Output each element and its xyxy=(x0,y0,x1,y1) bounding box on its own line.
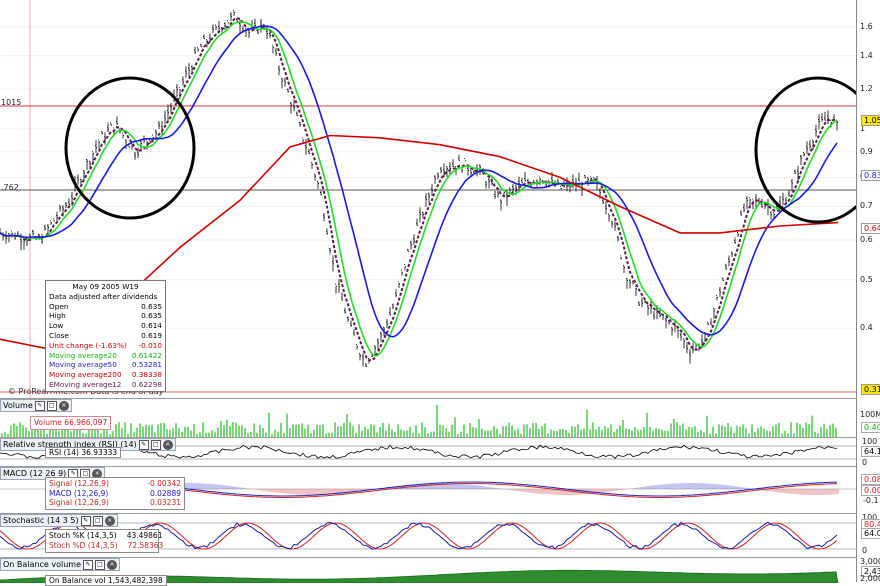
maximize-icon[interactable]: □ xyxy=(92,515,103,526)
price-ytick: 0.6 xyxy=(860,234,873,244)
volume-tag: 0.400 xyxy=(861,422,880,433)
rsi-legend: RSI (14) 36.93333 xyxy=(45,447,122,458)
rsi-ytick-0: 0 xyxy=(862,458,868,467)
ma200-price-tag: 0.649 xyxy=(861,223,880,234)
stochastic-panel-header: Stochastic (14 3 5) ✎ □ × xyxy=(0,514,118,527)
volume-legend: Volume 66,966,097 xyxy=(30,416,112,430)
tooltip-row-value: 0.619 xyxy=(141,330,162,340)
macd-ytick: -0.1 xyxy=(863,496,879,505)
wrench-icon[interactable]: ✎ xyxy=(83,559,93,570)
tooltip-date: May 09 2005 W19 xyxy=(72,282,139,291)
data-tooltip: May 09 2005 W19 Data adjusted after divi… xyxy=(45,280,166,392)
wrench-icon[interactable]: ✎ xyxy=(80,515,91,526)
obv-panel: On Balance volume ✎ □ × On Balance vol 1… xyxy=(0,557,856,586)
maximize-icon[interactable]: □ xyxy=(150,439,161,450)
tooltip-row-value: 0.614 xyxy=(141,321,162,331)
tooltip-row: Moving average50 0.53281 xyxy=(49,360,162,370)
last-price-tag: 1.057 xyxy=(861,115,880,126)
tooltip-row: Moving average20 0.61422 xyxy=(49,351,162,361)
close-icon[interactable]: × xyxy=(107,559,117,570)
stochastic-panel: Stochastic (14 3 5) ✎ □ × Stoch %K (14,3… xyxy=(0,513,856,558)
volume-panel: Volume ✎ □ × Volume 66,966,097 xyxy=(0,398,856,438)
tooltip-row-value: -0.010 xyxy=(138,340,162,350)
volume-panel-title: Volume xyxy=(3,401,33,410)
obv-panel-header: On Balance volume ✎ □ × xyxy=(0,558,120,571)
wrench-icon[interactable]: ✎ xyxy=(34,400,45,411)
stochastic-panel-title: Stochastic (14 3 5) xyxy=(3,516,79,525)
volume-ytick-100m: 100M xyxy=(860,410,880,419)
stoch-ytick-0: 0 xyxy=(862,546,868,555)
tooltip-subtitle: Data adjusted after dividends xyxy=(49,291,158,301)
macd-tag-2: 0.00 xyxy=(861,485,880,496)
tooltip-row: Unit change (-1.63%) -0.010 xyxy=(49,341,162,351)
ma50-price-tag: 0.83 xyxy=(861,170,880,181)
obv-legend: On Balance vol 1,543,482,398 xyxy=(45,575,167,586)
support-level-label: .762 xyxy=(1,183,19,192)
tooltip-row-value: 0.635 xyxy=(141,311,162,321)
price-ytick: 1.2 xyxy=(860,84,873,94)
tooltip-row-value: 0.62298 xyxy=(131,379,162,389)
macd-legend: Signal (12,26,9) -0.00342 MACD (12,26,9) 0… xyxy=(45,477,185,510)
tooltip-row: High 0.635 xyxy=(49,311,162,321)
tooltip-row: Low 0.614 xyxy=(49,321,162,331)
price-ytick: 1.6 xyxy=(860,21,873,31)
obv-ytick-3000: 3,000 xyxy=(860,557,880,566)
tooltip-row: Open 0.635 xyxy=(49,302,162,312)
price-ytick: 0.5 xyxy=(860,274,873,284)
close-icon[interactable]: × xyxy=(58,400,69,411)
tooltip-row-label: Open xyxy=(49,301,69,311)
resistance-level-label: 1015 xyxy=(1,98,22,107)
tooltip-row-label: Moving average50 xyxy=(49,360,117,370)
rsi-tag: 64.17 xyxy=(861,446,880,457)
low-price-tag: 0.31 xyxy=(861,384,880,395)
tooltip-row-label: Low xyxy=(49,321,64,331)
macd-tag-1: 0.081 xyxy=(861,474,880,485)
tooltip-row-label: Moving average20 xyxy=(49,350,117,360)
obv-panel-title: On Balance volume xyxy=(3,560,81,569)
tooltip-row-value: 0.61422 xyxy=(131,350,162,360)
rsi-ytick-100: 100 xyxy=(862,437,878,446)
maximize-icon[interactable]: □ xyxy=(95,559,105,570)
rsi-panel: Relative strength index (RSI) (14) ✎ □ ×… xyxy=(0,437,856,467)
annotation-circle-right xyxy=(754,76,856,224)
tooltip-row: Close 0.619 xyxy=(49,331,162,341)
price-ytick: 0.7 xyxy=(860,201,873,211)
tooltip-row-value: 0.53281 xyxy=(131,360,162,370)
tooltip-row: EMoving average12 0.62298 xyxy=(49,380,162,390)
price-ytick: 1.4 xyxy=(860,50,873,60)
tooltip-row-label: High xyxy=(49,311,66,321)
price-y-axis: 1.61.41.210.90.80.70.60.50.4 xyxy=(856,0,880,398)
volume-bars xyxy=(1,404,837,437)
close-icon[interactable]: × xyxy=(162,439,173,450)
tooltip-row-label: Unit change (-1.63%) xyxy=(49,340,127,350)
tooltip-row: Moving average200 0.38338 xyxy=(49,370,162,380)
tooltip-row-label: Moving average200 xyxy=(49,370,122,380)
price-ytick: 0.4 xyxy=(860,323,873,333)
stoch-tag-2: 64.08 xyxy=(861,528,880,539)
annotation-circle-left xyxy=(64,76,196,220)
maximize-icon[interactable]: □ xyxy=(46,400,57,411)
stochastic-legend: Stoch %K (14,3,5) 43.49861 Stoch %D (14,3… xyxy=(45,529,163,553)
tooltip-row-value: 0.635 xyxy=(141,301,162,311)
close-icon[interactable]: × xyxy=(104,515,115,526)
tooltip-row-label: Close xyxy=(49,330,69,340)
volume-panel-header: Volume ✎ □ × xyxy=(0,399,72,412)
price-ytick: 0.9 xyxy=(860,146,873,156)
tooltip-row-value: 0.38338 xyxy=(131,370,162,380)
wrench-icon[interactable]: ✎ xyxy=(138,439,149,450)
tooltip-row-label: EMoving average12 xyxy=(49,379,122,389)
macd-panel: MACD (12 26 9) ✎ □ × Signal (12,26,9) -0.… xyxy=(0,466,856,514)
